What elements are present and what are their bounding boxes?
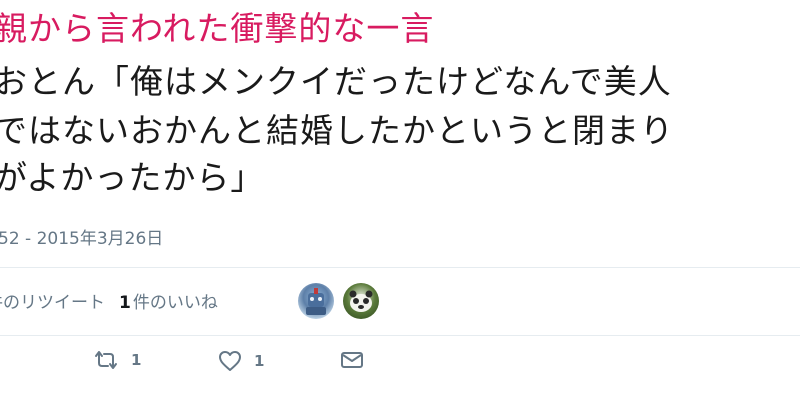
- divider: [0, 335, 800, 336]
- tweet-card: 親から言われた衝撃的な一言 おとん「俺はメンクイだったけどなんで美人 ではないお…: [0, 0, 800, 417]
- envelope-icon: [341, 352, 363, 368]
- retweets-stat[interactable]: 件のリツイート: [0, 293, 105, 313]
- retweet-count: 1: [131, 351, 142, 369]
- retweet-icon: [95, 351, 117, 369]
- robot-avatar-image: [306, 288, 326, 315]
- heart-icon: [219, 351, 241, 371]
- tweet-timestamp[interactable]: 52 - 2015年3月26日: [0, 224, 163, 249]
- like-count: 1: [254, 352, 265, 370]
- direct-message-button[interactable]: [340, 350, 364, 370]
- retweet-button[interactable]: 1: [93, 350, 141, 370]
- like-button[interactable]: 1: [218, 350, 264, 372]
- tweet-text-line-3: がよかったから」: [0, 158, 265, 197]
- divider: [0, 267, 800, 268]
- likes-count[interactable]: 1: [119, 293, 131, 313]
- likes-stat[interactable]: 件のいいね: [133, 293, 218, 313]
- animal-avatar-image: [349, 290, 373, 312]
- avatar[interactable]: [298, 283, 334, 319]
- engagement-stats: 件のリツイート 1件のいいね: [0, 288, 218, 313]
- tweet-actions: 1 1: [0, 350, 800, 390]
- avatar[interactable]: [343, 283, 379, 319]
- tweet-text-line-2: ではないおかんと結婚したかというと閉まり: [0, 111, 674, 150]
- tweet-text-line-1: おとん「俺はメンクイだったけどなんで美人: [0, 62, 672, 101]
- tweet-headline: 親から言われた衝撃的な一言: [0, 9, 435, 48]
